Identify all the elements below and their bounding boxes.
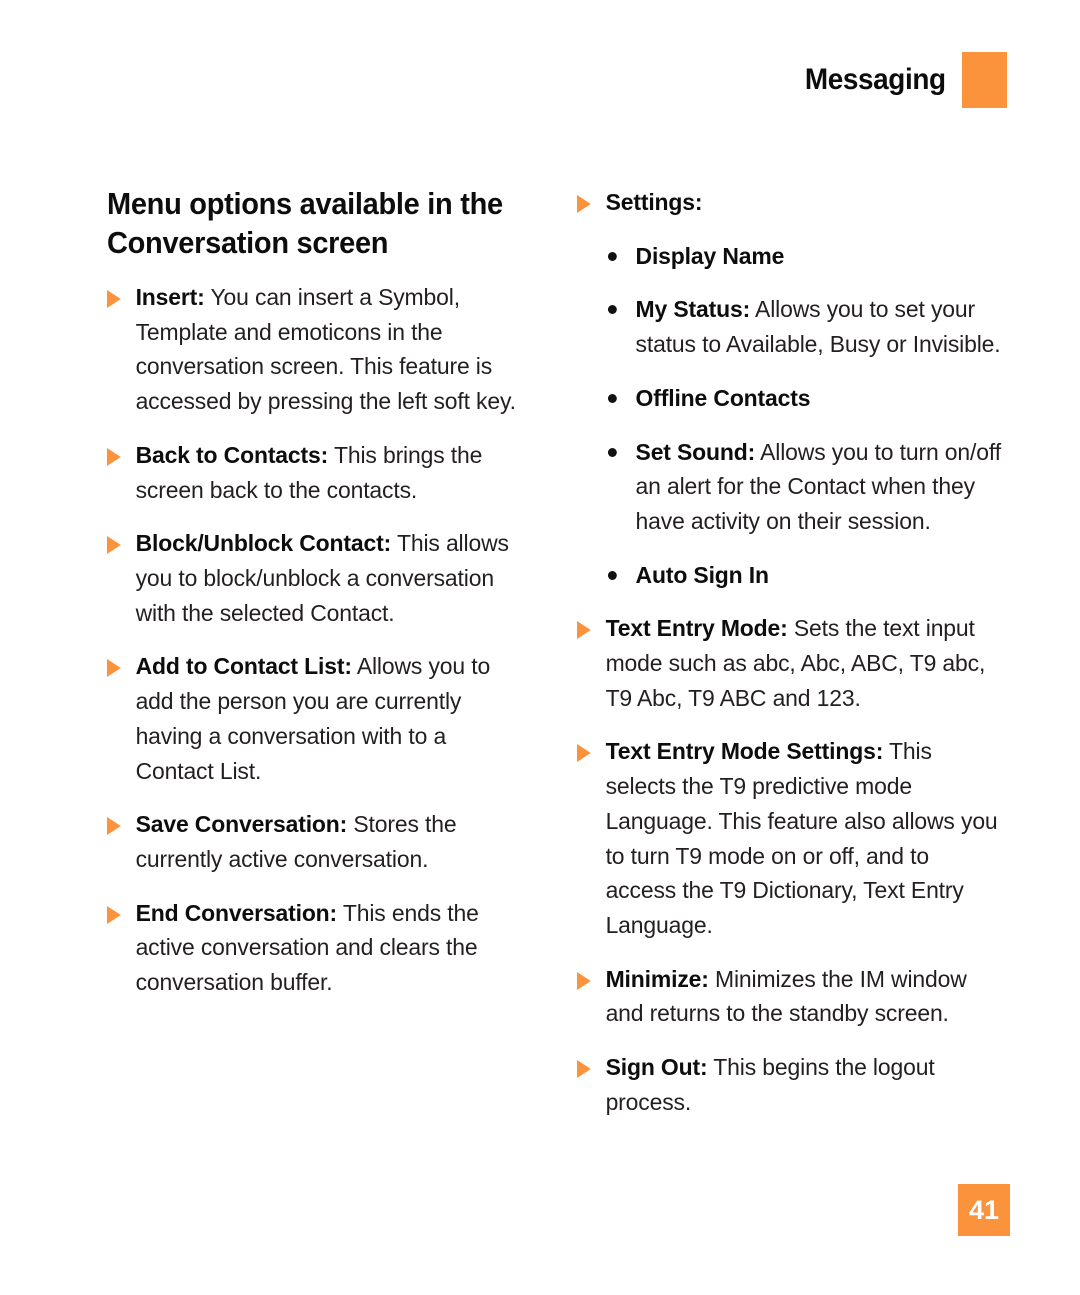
option-label: Display Name [635,242,784,269]
triangle-bullet-icon [107,817,121,836]
option-label: My Status: [635,296,750,323]
list-item: Minimize: Minimizes the IM window and re… [576,962,1004,1031]
list-item: Text Entry Mode Settings: This selects t… [576,734,1004,942]
option-text: This selects the T9 predictive mode Lang… [605,738,998,938]
triangle-bullet-icon [107,290,121,309]
option-label: Add to Contact List: [135,653,352,680]
dot-bullet-icon [607,251,617,261]
list-item: Set Sound: Allows you to turn on/off an … [605,435,1004,539]
triangle-bullet-icon [107,536,121,555]
option-label: Minimize: [605,965,709,992]
option-label: End Conversation: [135,899,338,926]
list-item: Display Name [605,239,1004,274]
option-label: Sign Out: [605,1054,708,1081]
chapter-title: Messaging [804,63,946,96]
list-item: End Conversation: This ends the active c… [107,896,522,1000]
option-label: Text Entry Mode: [605,615,788,642]
page-title: Menu options available in the Conversati… [107,187,503,261]
list-item: Sign Out: This begins the logout process… [576,1050,1004,1119]
option-label: Text Entry Mode Settings: [605,738,883,765]
list-item: Add to Contact List: Allows you to add t… [107,649,522,788]
list-item: Offline Contacts [605,381,1004,416]
dot-bullet-icon [607,393,617,403]
right-option-list: Settings: Display Name My Status: Allows… [576,185,1010,1119]
left-column: Menu options available in the Conversati… [107,185,529,1119]
dot-bullet-icon [607,570,617,580]
dot-bullet-icon [607,447,617,457]
option-label: Save Conversation: [135,811,348,838]
option-label: Auto Sign In [635,561,769,588]
option-label: Settings: [605,189,702,215]
running-header: Messaging [793,52,1007,108]
manual-page: Messaging Menu options available in the … [0,0,1080,1295]
option-label: Insert: [135,284,205,311]
list-item: Back to Contacts: This brings the screen… [107,438,522,507]
triangle-bullet-icon [107,905,121,924]
triangle-bullet-icon [576,1060,591,1079]
option-label: Block/Unblock Contact: [135,530,392,557]
left-option-list: Insert: You can insert a Symbol, Templat… [107,280,529,1000]
triangle-bullet-icon [576,195,591,213]
option-label: Set Sound: [635,438,755,465]
list-item: Text Entry Mode: Sets the text input mod… [576,611,1004,715]
list-item: Settings: [576,185,1004,220]
right-column: Settings: Display Name My Status: Allows… [576,185,1010,1119]
triangle-bullet-icon [576,971,591,990]
list-item: My Status: Allows you to set your status… [605,292,1004,361]
list-item: Block/Unblock Contact: This allows you t… [107,526,522,630]
list-item: Save Conversation: Stores the currently … [107,807,522,876]
triangle-bullet-icon [576,621,591,640]
triangle-bullet-icon [107,659,121,678]
option-label: Back to Contacts: [135,441,329,468]
list-item: Auto Sign In [605,558,1004,593]
list-item: Insert: You can insert a Symbol, Templat… [107,280,522,419]
chapter-tab-marker [962,52,1007,108]
page-number-badge: 41 [958,1184,1010,1236]
option-label: Offline Contacts [635,384,810,411]
triangle-bullet-icon [107,447,121,466]
body-columns: Menu options available in the Conversati… [107,185,1010,1119]
dot-bullet-icon [607,305,617,315]
triangle-bullet-icon [576,744,591,763]
